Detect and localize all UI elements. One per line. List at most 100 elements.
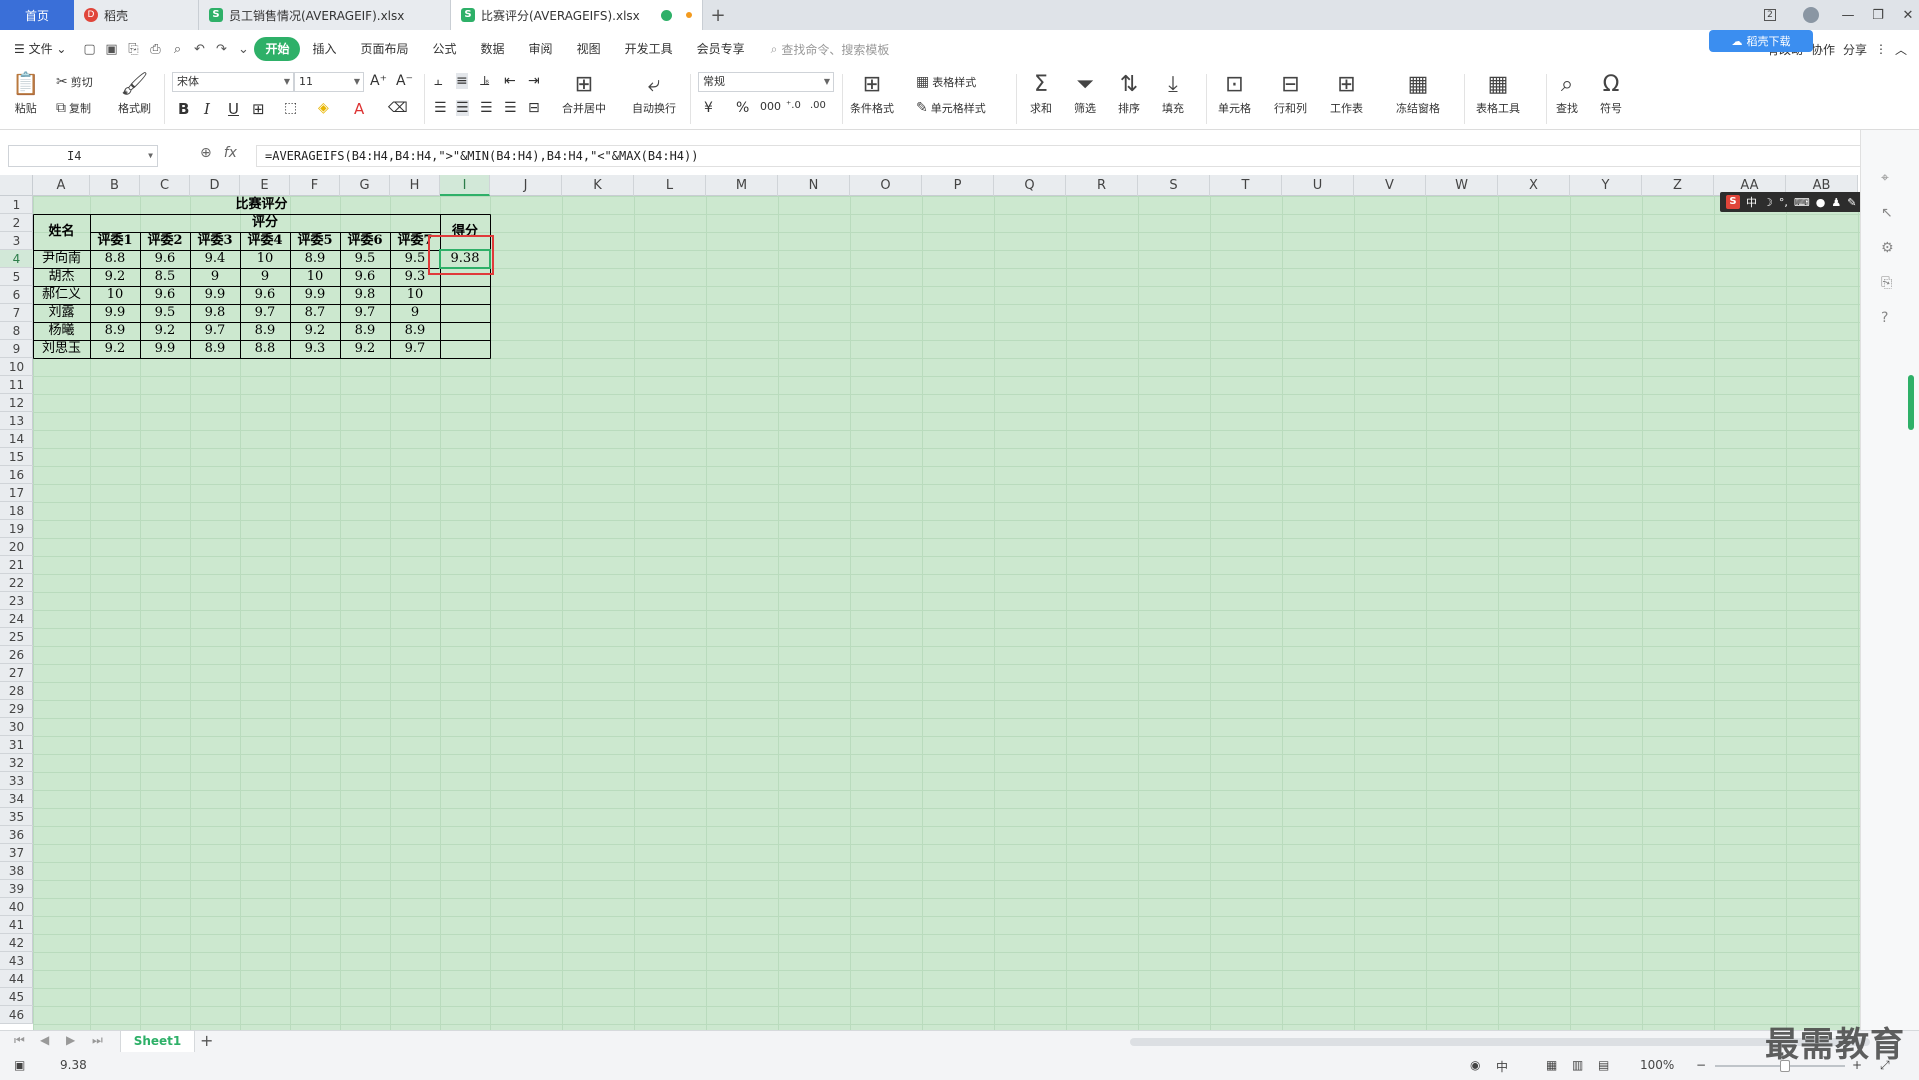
row-header-34[interactable]: 34 xyxy=(0,790,33,808)
judge-header-cell[interactable]: 评委3 xyxy=(190,232,240,250)
conditional-format-button[interactable]: ⊞ 条件格式 xyxy=(850,72,894,116)
row-header-35[interactable]: 35 xyxy=(0,808,33,826)
cell-button[interactable]: ⊡ 单元格 xyxy=(1218,72,1251,116)
score-cell[interactable]: 9.9 xyxy=(190,286,240,304)
score-cell[interactable]: 8.9 xyxy=(190,340,240,358)
align-top-icon[interactable]: ⫠ xyxy=(434,73,442,89)
settings-slider-icon[interactable]: ⚙ xyxy=(1881,240,1894,256)
row-header-23[interactable]: 23 xyxy=(0,592,33,610)
column-header-L[interactable]: L xyxy=(634,175,706,196)
row-header-17[interactable]: 17 xyxy=(0,484,33,502)
tab-doc-averageif[interactable]: S 员工销售情况(AVERAGEIF).xlsx xyxy=(199,0,451,30)
fx-icon[interactable]: fx xyxy=(224,145,237,161)
score-cell[interactable]: 9.7 xyxy=(190,322,240,340)
increase-font-icon[interactable]: A⁺ xyxy=(370,73,387,89)
quick-access-dropdown-icon[interactable]: ⌄ xyxy=(232,38,254,60)
row-header-21[interactable]: 21 xyxy=(0,556,33,574)
score-cell[interactable]: 9.5 xyxy=(340,250,390,268)
row-header-14[interactable]: 14 xyxy=(0,430,33,448)
column-header-B[interactable]: B xyxy=(90,175,140,196)
row-header-39[interactable]: 39 xyxy=(0,880,33,898)
vertical-scrollbar[interactable] xyxy=(1908,375,1914,430)
menu-tab-insert[interactable]: 插入 xyxy=(300,37,348,61)
contestant-name-cell[interactable]: 胡杰 xyxy=(33,268,90,286)
prev-sheet-icon[interactable]: ◀ xyxy=(40,1033,49,1047)
name-box[interactable]: I4 ▼ xyxy=(8,145,158,167)
collab-button[interactable]: 协作 xyxy=(1811,41,1835,58)
score-cell[interactable]: 10 xyxy=(290,268,340,286)
number-format-select[interactable]: 常规 ▼ xyxy=(698,72,834,92)
font-name-select[interactable]: 宋体 ▼ xyxy=(172,72,294,92)
score-cell[interactable]: 9.8 xyxy=(190,304,240,322)
tab-home[interactable]: 首页 xyxy=(0,0,74,30)
print-preview-icon[interactable]: ⌕ xyxy=(166,38,188,60)
column-header-Z[interactable]: Z xyxy=(1642,175,1714,196)
bold-icon[interactable]: B xyxy=(178,100,189,118)
row-header-30[interactable]: 30 xyxy=(0,718,33,736)
percent-icon[interactable]: % xyxy=(736,100,749,116)
row-header-25[interactable]: 25 xyxy=(0,628,33,646)
row-header-10[interactable]: 10 xyxy=(0,358,33,376)
score-cell[interactable]: 8.8 xyxy=(240,340,290,358)
column-header-I[interactable]: I xyxy=(440,175,490,196)
column-header-G[interactable]: G xyxy=(340,175,390,196)
column-header-R[interactable]: R xyxy=(1066,175,1138,196)
thousands-icon[interactable]: 000 xyxy=(760,100,781,113)
row-header-7[interactable]: 7 xyxy=(0,304,33,322)
save-icon[interactable]: ▣ xyxy=(100,38,122,60)
increase-decimal-icon[interactable]: ⁺.0 xyxy=(786,100,801,111)
row-header-33[interactable]: 33 xyxy=(0,772,33,790)
fill-style-icon[interactable]: ⬚ xyxy=(284,100,297,116)
new-doc-icon[interactable]: ▢ xyxy=(78,38,100,60)
judge-header-cell[interactable]: 评委5 xyxy=(290,232,340,250)
tab-doc-averageifs[interactable]: S 比赛评分(AVERAGEIFS).xlsx xyxy=(451,0,703,30)
contestant-name-cell[interactable]: 尹向南 xyxy=(33,250,90,268)
result-cell[interactable] xyxy=(440,322,490,340)
share-button[interactable]: 分享 xyxy=(1843,41,1867,58)
row-header-29[interactable]: 29 xyxy=(0,700,33,718)
row-header-24[interactable]: 24 xyxy=(0,610,33,628)
select-all-corner[interactable] xyxy=(0,175,33,196)
score-cell[interactable]: 9.7 xyxy=(340,304,390,322)
column-header-M[interactable]: M xyxy=(706,175,778,196)
decrease-indent-icon[interactable]: ⇤ xyxy=(504,73,516,89)
contestant-name-cell[interactable]: 郝仁义 xyxy=(33,286,90,304)
table-style-button[interactable]: ▦ 表格样式 xyxy=(916,74,976,90)
align-middle-icon[interactable]: ≡ xyxy=(456,73,468,89)
judge-header-cell[interactable]: 评委6 xyxy=(340,232,390,250)
help-icon[interactable]: ? xyxy=(1881,310,1888,326)
score-cell[interactable]: 8.9 xyxy=(240,322,290,340)
score-cell[interactable]: 8.9 xyxy=(290,250,340,268)
align-bottom-icon[interactable]: ⫡ xyxy=(480,73,489,89)
score-cell[interactable]: 9.7 xyxy=(240,304,290,322)
border-icon[interactable]: ⊞ xyxy=(252,100,265,118)
row-header-18[interactable]: 18 xyxy=(0,502,33,520)
cell-style-button[interactable]: ✎ 单元格样式 xyxy=(916,100,986,116)
sort-button[interactable]: ⇅ 排序 xyxy=(1118,72,1140,116)
align-right-icon[interactable]: ☰ xyxy=(480,100,493,116)
close-icon[interactable]: ✕ xyxy=(1890,0,1919,30)
row-header-6[interactable]: 6 xyxy=(0,286,33,304)
column-header-Y[interactable]: Y xyxy=(1570,175,1642,196)
cell-area[interactable]: 比赛评分 姓名 评分 得分 评委1 评委2 评委3 评委4 评委5 评委6 评委7 尹向南 8.8 9.6… xyxy=(33,196,1860,1030)
menu-tab-view[interactable]: 视图 xyxy=(565,37,613,61)
export-pdf-icon[interactable]: ⎘ xyxy=(122,38,144,60)
row-header-8[interactable]: 8 xyxy=(0,322,33,340)
underline-icon[interactable]: U xyxy=(228,100,239,118)
row-header-9[interactable]: 9 xyxy=(0,340,33,358)
row-header-22[interactable]: 22 xyxy=(0,574,33,592)
score-cell[interactable]: 9.6 xyxy=(340,268,390,286)
row-header-46[interactable]: 46 xyxy=(0,1006,33,1024)
score-cell[interactable]: 9.9 xyxy=(290,286,340,304)
row-header-43[interactable]: 43 xyxy=(0,952,33,970)
decrease-font-icon[interactable]: A⁻ xyxy=(396,73,413,89)
row-col-button[interactable]: ⊟ 行和列 xyxy=(1274,72,1307,116)
row-header-36[interactable]: 36 xyxy=(0,826,33,844)
next-sheet-icon[interactable]: ▶ xyxy=(66,1033,75,1047)
column-header-X[interactable]: X xyxy=(1498,175,1570,196)
formula-input[interactable]: =AVERAGEIFS(B4:H4,B4:H4,">"&MIN(B4:H4),B… xyxy=(256,145,1876,167)
menu-tab-member[interactable]: 会员专享 xyxy=(685,37,757,61)
row-header-20[interactable]: 20 xyxy=(0,538,33,556)
score-cell[interactable]: 9.3 xyxy=(290,340,340,358)
row-header-37[interactable]: 37 xyxy=(0,844,33,862)
